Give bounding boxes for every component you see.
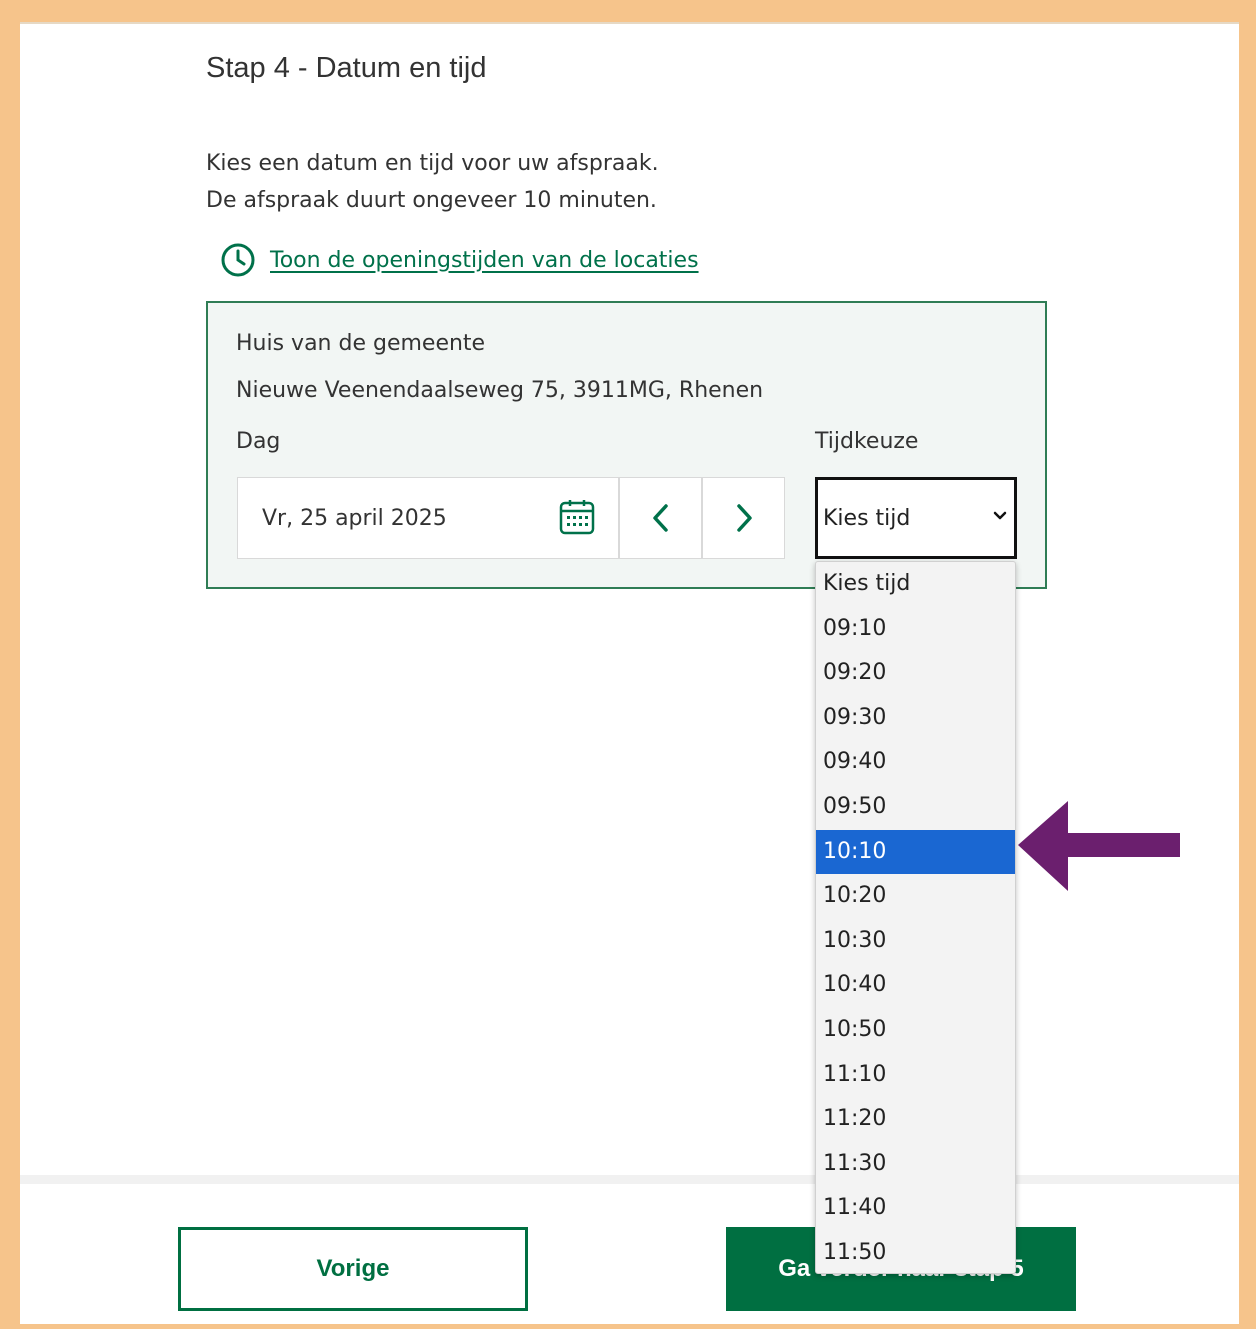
time-option[interactable]: 11:50 xyxy=(816,1231,1015,1273)
time-label: Tijdkeuze xyxy=(815,429,919,454)
annotation-arrow-icon xyxy=(1018,801,1180,891)
opening-hours-link-label[interactable]: Toon de openingstijden van de locaties xyxy=(270,248,699,273)
calendar-icon[interactable] xyxy=(558,498,596,536)
next-day-button[interactable] xyxy=(702,477,785,559)
location-name: Huis van de gemeente xyxy=(236,331,486,356)
time-option[interactable]: Kies tijd xyxy=(816,562,1015,607)
day-label: Dag xyxy=(236,429,281,454)
time-option[interactable]: 11:20 xyxy=(816,1097,1015,1142)
clock-icon xyxy=(221,243,255,277)
intro-text: Kies een datum en tijd voor uw afspraak.… xyxy=(206,145,659,219)
time-option[interactable]: 11:10 xyxy=(816,1053,1015,1098)
footer-divider xyxy=(20,1175,1239,1184)
chevron-right-icon xyxy=(736,504,752,532)
time-option[interactable]: 09:40 xyxy=(816,740,1015,785)
intro-line-2: De afspraak duurt ongeveer 10 minuten. xyxy=(206,188,657,213)
chevron-left-icon xyxy=(652,504,668,532)
time-option[interactable]: 11:30 xyxy=(816,1142,1015,1187)
time-option[interactable]: 10:20 xyxy=(816,874,1015,919)
date-field[interactable]: Vr, 25 april 2025 xyxy=(237,477,619,559)
page-title: Stap 4 - Datum en tijd xyxy=(206,52,487,84)
time-select[interactable]: Kies tijd xyxy=(815,477,1017,559)
location-panel: Huis van de gemeente Nieuwe Veenendaalse… xyxy=(206,301,1047,589)
time-options-dropdown[interactable]: Kies tijd 09:10 09:20 09:30 09:40 09:50 10:10 1… xyxy=(815,561,1016,1274)
time-option[interactable]: 09:50 xyxy=(816,785,1015,830)
opening-hours-link[interactable]: Toon de openingstijden van de locaties xyxy=(220,242,699,278)
chevron-down-icon xyxy=(993,511,1007,520)
time-option[interactable]: 09:20 xyxy=(816,651,1015,696)
location-address: Nieuwe Veenendaalseweg 75, 3911MG, Rhene… xyxy=(236,378,764,403)
previous-button[interactable]: Vorige xyxy=(178,1227,528,1311)
time-option[interactable]: 09:30 xyxy=(816,696,1015,741)
time-select-value: Kies tijd xyxy=(823,505,911,531)
date-value: Vr, 25 april 2025 xyxy=(262,505,447,531)
time-option[interactable]: 10:50 xyxy=(816,1008,1015,1053)
intro-line-1: Kies een datum en tijd voor uw afspraak. xyxy=(206,151,659,176)
time-option[interactable]: 10:30 xyxy=(816,919,1015,964)
time-option[interactable]: 10:40 xyxy=(816,963,1015,1008)
time-option[interactable]: 11:40 xyxy=(816,1186,1015,1231)
time-option[interactable]: 09:10 xyxy=(816,607,1015,652)
time-option[interactable]: 10:10 xyxy=(816,829,1015,875)
page-frame: Stap 4 - Datum en tijd Kies een datum en… xyxy=(20,22,1239,1324)
previous-day-button[interactable] xyxy=(619,477,702,559)
